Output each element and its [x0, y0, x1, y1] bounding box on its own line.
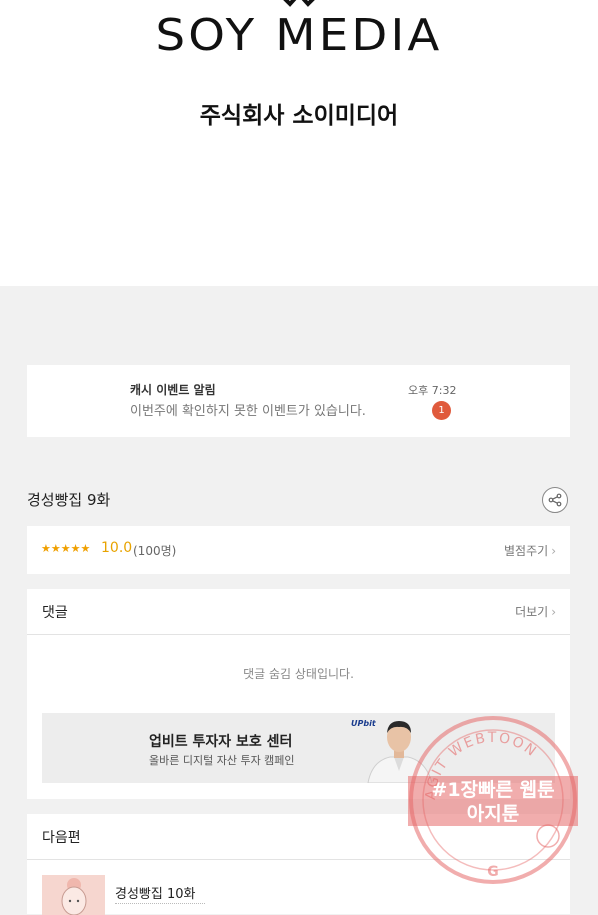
ad-subtitle: 올바른 디지털 자산 투자 캠페인 — [149, 754, 295, 767]
comments-title: 댓글 — [42, 605, 68, 621]
comments-section: 댓글 더보기 › 댓글 숨김 상태입니다. 업비트 투자자 보호 센터 올바른 디… — [27, 589, 570, 799]
chevron-right-icon: › — [551, 605, 556, 619]
notification-badge: 1 — [432, 401, 451, 420]
rating-bar: ★★★★★ 10.0 (100명) 별점주기 › — [27, 526, 570, 574]
comments-header: 댓글 더보기 › — [27, 589, 570, 635]
logo-mark-icon — [283, 0, 315, 7]
next-episode-title: 다음편 — [42, 830, 81, 846]
next-episode-section: 다음편 경성빵집 10화 — [27, 814, 570, 915]
episode-title: 경성빵집 9화 — [27, 491, 111, 509]
rate-button-label: 별점주기 — [504, 544, 549, 558]
more-comments-label: 더보기 — [515, 605, 549, 619]
notification-time: 오후 7:32 — [408, 384, 457, 397]
next-episode-header: 다음편 — [27, 814, 570, 860]
star-rating-icon: ★★★★★ — [41, 542, 91, 555]
ad-person-image — [367, 721, 433, 783]
next-episode-link[interactable]: 경성빵집 10화 — [115, 883, 195, 902]
header-area: SOY MEDIA 주식회사 소이미디어 — [0, 0, 598, 286]
logo: SOY MEDIA — [155, 10, 443, 61]
rating-score: 10.0 — [101, 540, 133, 556]
company-name: 주식회사 소이미디어 — [199, 103, 399, 129]
next-episode-thumbnail[interactable] — [42, 875, 105, 915]
chevron-right-icon: › — [551, 544, 556, 558]
notification-card[interactable]: 캐시 이벤트 알림 이번주에 확인하지 못한 이벤트가 있습니다. 오후 7:3… — [27, 365, 570, 437]
share-button[interactable] — [542, 487, 568, 513]
notification-message: 이번주에 확인하지 못한 이벤트가 있습니다. — [130, 404, 366, 419]
comments-hidden-message: 댓글 숨김 상태입니다. — [243, 667, 354, 681]
notification-title: 캐시 이벤트 알림 — [130, 383, 216, 397]
episode-thumbnail-image — [61, 878, 87, 915]
rating-count: (100명) — [133, 544, 177, 558]
share-icon — [548, 493, 562, 507]
ad-banner[interactable]: 업비트 투자자 보호 센터 올바른 디지털 자산 투자 캠페인 UPbit — [42, 713, 555, 783]
rate-button[interactable]: 별점주기 › — [504, 542, 556, 559]
ad-title: 업비트 투자자 보호 센터 — [149, 734, 293, 750]
more-comments-button[interactable]: 더보기 › — [515, 603, 556, 620]
